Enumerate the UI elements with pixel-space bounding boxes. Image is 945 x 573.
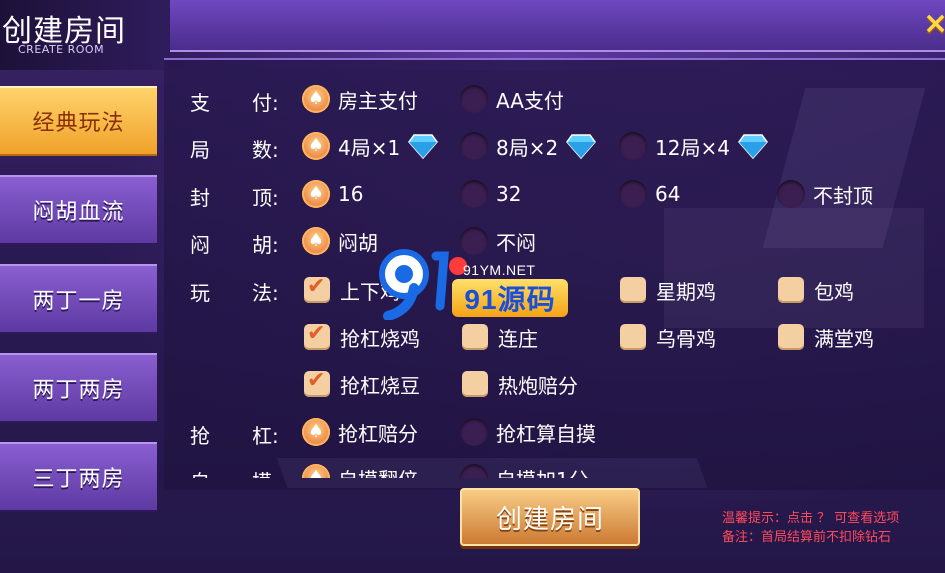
option-zimo-plus1[interactable]: 自摸加1分 <box>460 463 589 478</box>
option-pay-aa[interactable]: AA支付 <box>460 84 564 114</box>
row-label-menhu-b: 胡: <box>252 233 279 257</box>
row-label-cap-a: 封 <box>190 186 210 210</box>
header-band <box>170 0 945 52</box>
option-cap-16[interactable]: 16 <box>302 179 363 209</box>
tab-liangding-yifang[interactable]: 两丁一房 <box>0 264 157 334</box>
option-label: 闷胡 <box>338 230 378 255</box>
checkbox-icon[interactable] <box>462 371 488 397</box>
radio-icon[interactable] <box>619 180 647 208</box>
checkbox-icon[interactable] <box>778 277 804 303</box>
watermark-text: 91源码 <box>452 279 568 317</box>
radio-icon[interactable] <box>619 132 647 160</box>
diamond-icon <box>408 133 439 159</box>
radio-icon[interactable] <box>460 85 488 113</box>
radio-selected-icon[interactable] <box>302 464 330 478</box>
option-cap-64[interactable]: 64 <box>619 179 680 209</box>
row-label-qianggang-b: 杠: <box>252 424 279 448</box>
option-label: 星期鸡 <box>656 279 716 304</box>
option-cap-32[interactable]: 32 <box>460 179 521 209</box>
checkbox-checked-icon[interactable] <box>304 321 330 350</box>
row-label-zimo-a: 自 <box>190 466 210 478</box>
row-label-play-b: 法: <box>252 281 279 305</box>
row-label-cap-b: 顶: <box>252 186 279 210</box>
checkbox-repao-peifen[interactable]: 热炮赔分 <box>462 369 578 399</box>
tab-liangding-liangfang[interactable]: 两丁两房 <box>0 353 157 423</box>
radio-icon[interactable] <box>460 464 488 478</box>
checkbox-icon[interactable] <box>462 324 488 350</box>
row-label-zimo-b: 摸: <box>252 466 279 478</box>
option-label: 64 <box>655 182 681 206</box>
radio-selected-icon[interactable] <box>302 418 330 446</box>
close-icon[interactable]: × <box>923 6 945 42</box>
checkbox-qianggang-shaodou[interactable]: 抢杠烧豆 <box>304 368 420 399</box>
checkbox-xingqiji[interactable]: 星期鸡 <box>620 275 716 305</box>
radio-selected-icon[interactable] <box>302 227 330 255</box>
row-label-pay-a: 支 <box>190 91 210 115</box>
option-label: 抢杠赔分 <box>338 421 418 446</box>
checkbox-checked-icon[interactable] <box>304 274 330 303</box>
radio-selected-icon[interactable] <box>302 180 330 208</box>
tip-hint: 温馨提示：点击 ？ 可查看选项 <box>722 511 900 526</box>
tab-sanding-liangfang[interactable]: 三丁两房 <box>0 442 157 512</box>
checkbox-lianzhuang[interactable]: 连庄 <box>462 322 538 352</box>
option-label: 16 <box>338 182 364 206</box>
option-label: 自摸加1分 <box>496 464 589 479</box>
option-label: 4局×1 <box>338 135 401 160</box>
option-label: 乌骨鸡 <box>656 326 716 351</box>
option-label: 热炮赔分 <box>498 373 578 398</box>
radio-icon[interactable] <box>460 418 488 446</box>
option-menhu-yes[interactable]: 闷胡 <box>302 226 378 256</box>
option-label: 抢杠烧豆 <box>340 373 420 398</box>
option-label: 8局×2 <box>496 135 559 160</box>
checkbox-icon[interactable] <box>620 277 646 303</box>
option-rounds-8[interactable]: 8局×2 <box>460 131 597 161</box>
tip-note: 备注：首局结算前不扣除钻石 <box>722 530 892 545</box>
row-label-pay-b: 付: <box>252 91 279 115</box>
option-label: 抢杠算自摸 <box>496 421 596 446</box>
page-subtitle: CREATE ROOM <box>18 43 105 56</box>
row-label-qianggang-a: 抢 <box>190 424 210 448</box>
option-label: AA支付 <box>496 88 564 113</box>
option-label: 满堂鸡 <box>814 326 874 351</box>
backdrop-shape <box>664 208 924 328</box>
option-label: 连庄 <box>498 326 538 351</box>
option-label: 自摸翻倍 <box>338 464 418 479</box>
row-zimo-clipped: 自 摸: 自摸翻倍 自摸加1分 <box>164 462 945 478</box>
option-label: 32 <box>496 182 522 206</box>
radio-icon[interactable] <box>777 180 805 208</box>
option-cap-none[interactable]: 不封顶 <box>777 179 873 209</box>
tab-classic[interactable]: 经典玩法 <box>0 86 157 156</box>
radio-icon[interactable] <box>460 132 488 160</box>
checkbox-baoji[interactable]: 包鸡 <box>778 275 854 305</box>
row-label-menhu-a: 闷 <box>190 233 210 257</box>
option-label: 不封顶 <box>813 183 873 208</box>
radio-selected-icon[interactable] <box>302 85 330 113</box>
tab-menhu-xueliu[interactable]: 闷胡血流 <box>0 175 157 245</box>
watermark-url: 91YM.NET <box>463 262 536 278</box>
checkbox-qianggang-shaoji[interactable]: 抢杠烧鸡 <box>304 321 420 352</box>
checkbox-icon[interactable] <box>620 324 646 350</box>
diamond-icon <box>737 133 768 159</box>
checkbox-checked-icon[interactable] <box>304 368 330 397</box>
radio-selected-icon[interactable] <box>302 132 330 160</box>
row-label-rounds-b: 数: <box>252 138 279 162</box>
radio-icon[interactable] <box>460 180 488 208</box>
option-label: 12局×4 <box>655 135 730 160</box>
checkbox-wuguji[interactable]: 乌骨鸡 <box>620 322 716 352</box>
diamond-icon <box>566 133 597 159</box>
option-rounds-4[interactable]: 4局×1 <box>302 131 439 161</box>
row-label-play-a: 玩 <box>190 281 210 305</box>
checkbox-icon[interactable] <box>778 324 804 350</box>
option-label: 房主支付 <box>338 88 418 113</box>
option-pay-owner[interactable]: 房主支付 <box>302 84 418 114</box>
create-room-button[interactable]: 创建房间 <box>460 488 640 546</box>
option-zimo-double[interactable]: 自摸翻倍 <box>302 463 418 478</box>
option-qianggang-zimo[interactable]: 抢杠算自摸 <box>460 417 596 447</box>
option-rounds-12[interactable]: 12局×4 <box>619 131 768 161</box>
row-label-rounds-a: 局 <box>190 138 210 162</box>
option-label: 抢杠烧鸡 <box>340 326 420 351</box>
option-label: 包鸡 <box>814 279 854 304</box>
option-qianggang-peifen[interactable]: 抢杠赔分 <box>302 417 418 447</box>
checkbox-mantangji[interactable]: 满堂鸡 <box>778 322 874 352</box>
